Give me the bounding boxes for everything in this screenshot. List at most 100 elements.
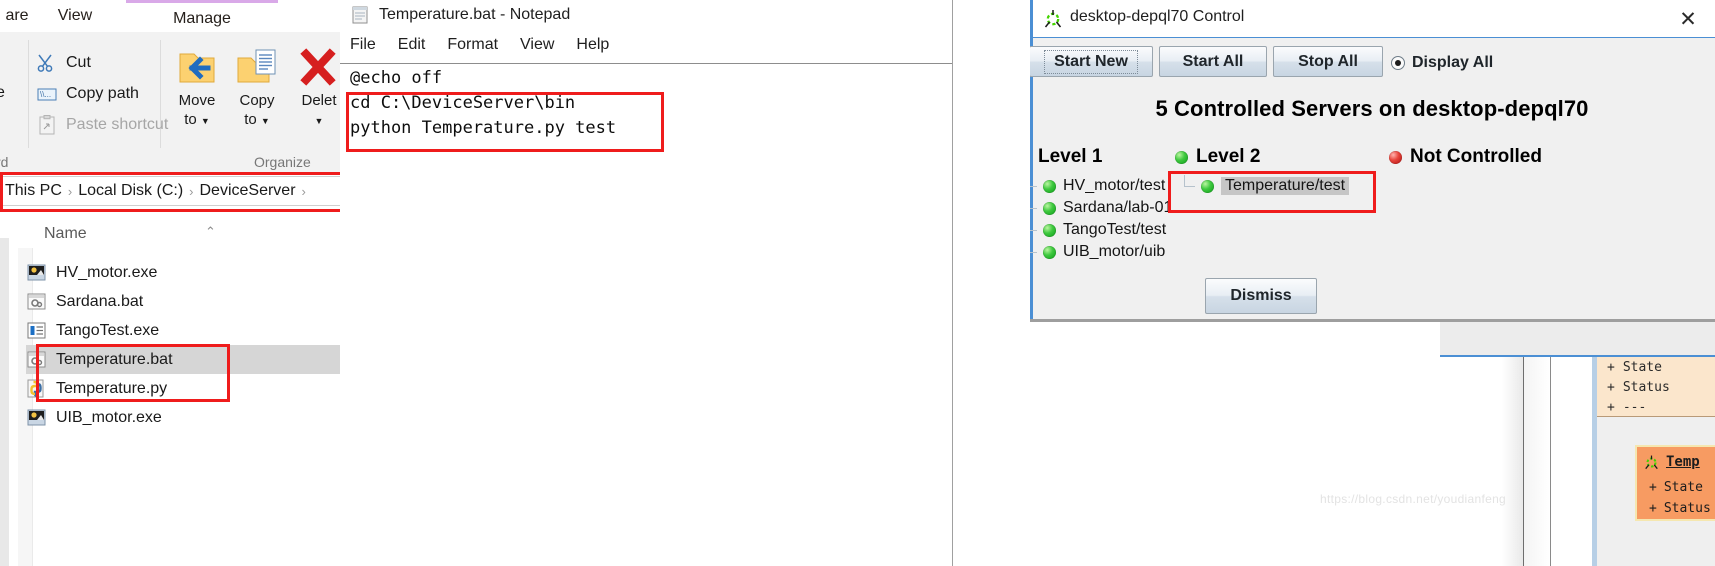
device-card[interactable]: Temp + State + Status bbox=[1635, 445, 1715, 521]
dismiss-button[interactable]: Dismiss bbox=[1205, 278, 1317, 314]
move-to-command[interactable]: Move to ▼ bbox=[166, 46, 228, 130]
list-item[interactable]: + Status bbox=[1597, 377, 1715, 397]
start-all-button[interactable]: Start All bbox=[1159, 46, 1267, 77]
copy-to-command[interactable]: Copy to ▼ bbox=[226, 46, 288, 130]
notepad-titlebar: Temperature.bat - Notepad bbox=[340, 0, 952, 30]
attribute-label: Status bbox=[1622, 379, 1670, 395]
breadcrumb[interactable]: This PC › Local Disk (C:) › DeviceServer… bbox=[0, 176, 342, 206]
ribbon-tab-manage[interactable]: Manage bbox=[126, 0, 278, 32]
breadcrumb-item-deviceserver[interactable]: DeviceServer bbox=[200, 182, 296, 200]
menu-format[interactable]: Format bbox=[447, 36, 498, 54]
list-item[interactable]: TangoTest.exe bbox=[26, 316, 356, 345]
file-name: UIB_motor.exe bbox=[56, 408, 162, 426]
list-item[interactable]: + --- bbox=[1597, 397, 1715, 417]
list-item[interactable]: + State bbox=[1637, 477, 1715, 498]
breadcrumb-item-local-disk[interactable]: Local Disk (C:) bbox=[78, 182, 183, 200]
server-item[interactable]: TangoTest/test bbox=[1030, 219, 1227, 241]
file-name: TangoTest.exe bbox=[56, 321, 160, 339]
expand-plus-icon[interactable]: + bbox=[1607, 360, 1615, 375]
tree-branch bbox=[1030, 230, 1037, 231]
device-card-header: Temp bbox=[1637, 447, 1715, 477]
display-all-label: Display All bbox=[1412, 54, 1494, 71]
file-name: HV_motor.exe bbox=[56, 263, 158, 281]
chevron-right-icon: › bbox=[189, 183, 194, 199]
organize-group-label: Organize bbox=[254, 154, 311, 170]
control-dialog-titlebar: desktop-depql70 Control ✕ bbox=[1030, 0, 1715, 37]
attribute-label: State bbox=[1622, 359, 1662, 375]
delete-icon bbox=[296, 46, 342, 90]
ribbon-tab-strip: are View Manage bbox=[0, 0, 372, 32]
expand-plus-icon[interactable]: + bbox=[1649, 501, 1657, 516]
astor-column-1 bbox=[1440, 357, 1524, 566]
dismiss-label: Dismiss bbox=[1230, 287, 1292, 304]
file-name: Sardana.bat bbox=[56, 292, 144, 310]
close-icon[interactable]: ✕ bbox=[1675, 6, 1701, 32]
paste-shortcut-label: Paste shortcut bbox=[66, 116, 169, 133]
bat-file-icon bbox=[26, 349, 47, 370]
list-item[interactable]: + State bbox=[1597, 357, 1715, 377]
tree-branch bbox=[1184, 186, 1195, 187]
copy-to-label-line2: to bbox=[244, 111, 257, 128]
copy-path-command[interactable]: \\... Copy path bbox=[36, 79, 139, 109]
list-item[interactable]: + Status bbox=[1637, 498, 1715, 519]
menu-help[interactable]: Help bbox=[576, 36, 609, 54]
stop-all-label: Stop All bbox=[1298, 52, 1358, 70]
list-item[interactable]: Temperature.py bbox=[26, 374, 356, 403]
notepad-text-area[interactable]: @echo off cd C:\DeviceServer\bin python … bbox=[350, 66, 940, 141]
paste-shortcut-command[interactable]: Paste shortcut bbox=[36, 110, 168, 140]
expand-plus-icon[interactable]: + bbox=[1649, 480, 1657, 495]
ribbon-tab-view[interactable]: View bbox=[36, 0, 114, 32]
start-new-button[interactable]: Start New bbox=[1030, 46, 1153, 77]
tree-branch bbox=[1030, 252, 1037, 253]
expand-plus-icon[interactable]: + bbox=[1607, 380, 1615, 395]
server-item[interactable]: UIB_motor/uib bbox=[1030, 241, 1227, 263]
menu-view[interactable]: View bbox=[520, 36, 554, 54]
status-dot-green-icon bbox=[1201, 179, 1214, 193]
copy-to-icon bbox=[234, 46, 280, 90]
status-dot-green-icon bbox=[1043, 245, 1056, 259]
list-item[interactable]: Temperature.bat bbox=[26, 345, 356, 374]
cut-command[interactable]: Cut bbox=[36, 48, 91, 78]
notepad-window: Temperature.bat - Notepad File Edit Form… bbox=[340, 0, 953, 566]
notepad-divider bbox=[340, 63, 952, 64]
display-all-radio[interactable]: Display All bbox=[1391, 54, 1493, 72]
clipboard-group-label: rd bbox=[0, 154, 9, 170]
move-to-label-line1: Move bbox=[178, 92, 216, 109]
menu-file[interactable]: File bbox=[350, 36, 376, 54]
move-to-icon bbox=[174, 46, 220, 90]
copy-to-label-line1: Copy bbox=[239, 92, 275, 109]
breadcrumb-item-this-pc[interactable]: This PC bbox=[5, 182, 62, 200]
expand-plus-icon[interactable]: + bbox=[1607, 400, 1615, 415]
server-item[interactable]: Temperature/test bbox=[1175, 175, 1395, 197]
chevron-down-icon: ▼ bbox=[200, 116, 210, 126]
list-item[interactable]: UIB_motor.exe bbox=[26, 403, 356, 432]
file-name: Temperature.py bbox=[56, 379, 168, 397]
scissors-icon bbox=[36, 52, 58, 74]
paste-shortcut-icon bbox=[36, 114, 58, 136]
nav-pane-scrollbar[interactable] bbox=[0, 238, 9, 566]
status-dot-green-icon bbox=[1043, 201, 1056, 215]
level-1-label: Level 1 bbox=[1038, 146, 1103, 167]
copy-path-label: Copy path bbox=[66, 85, 139, 102]
bat-file-icon bbox=[26, 291, 47, 312]
level-2-title: Level 2 bbox=[1175, 146, 1395, 168]
tree-branch bbox=[1030, 186, 1037, 187]
status-dot-green-icon bbox=[1175, 150, 1188, 164]
chevron-right-icon: › bbox=[67, 183, 73, 199]
start-all-label: Start All bbox=[1182, 52, 1244, 70]
level-2-label: Level 2 bbox=[1196, 146, 1261, 167]
server-name: Temperature/test bbox=[1221, 177, 1350, 195]
status-dot-green-icon bbox=[1043, 223, 1056, 237]
paste-label-partial: e bbox=[0, 84, 5, 101]
list-item[interactable]: Sardana.bat bbox=[26, 287, 356, 316]
tango-logo-icon bbox=[1042, 8, 1064, 30]
stop-all-button[interactable]: Stop All bbox=[1273, 46, 1383, 77]
column-header-name[interactable]: Name bbox=[44, 225, 87, 243]
list-item[interactable]: HV_motor.exe bbox=[26, 258, 356, 287]
astor-panel-window: + State + Status + --- Temp + State + St… bbox=[1440, 322, 1715, 566]
notepad-icon bbox=[350, 5, 370, 25]
server-name: HV_motor/test bbox=[1063, 177, 1166, 194]
menu-edit[interactable]: Edit bbox=[398, 36, 426, 54]
collapse-chevron-icon[interactable]: ⌃ bbox=[205, 224, 216, 240]
attribute-label: Status bbox=[1663, 501, 1711, 516]
